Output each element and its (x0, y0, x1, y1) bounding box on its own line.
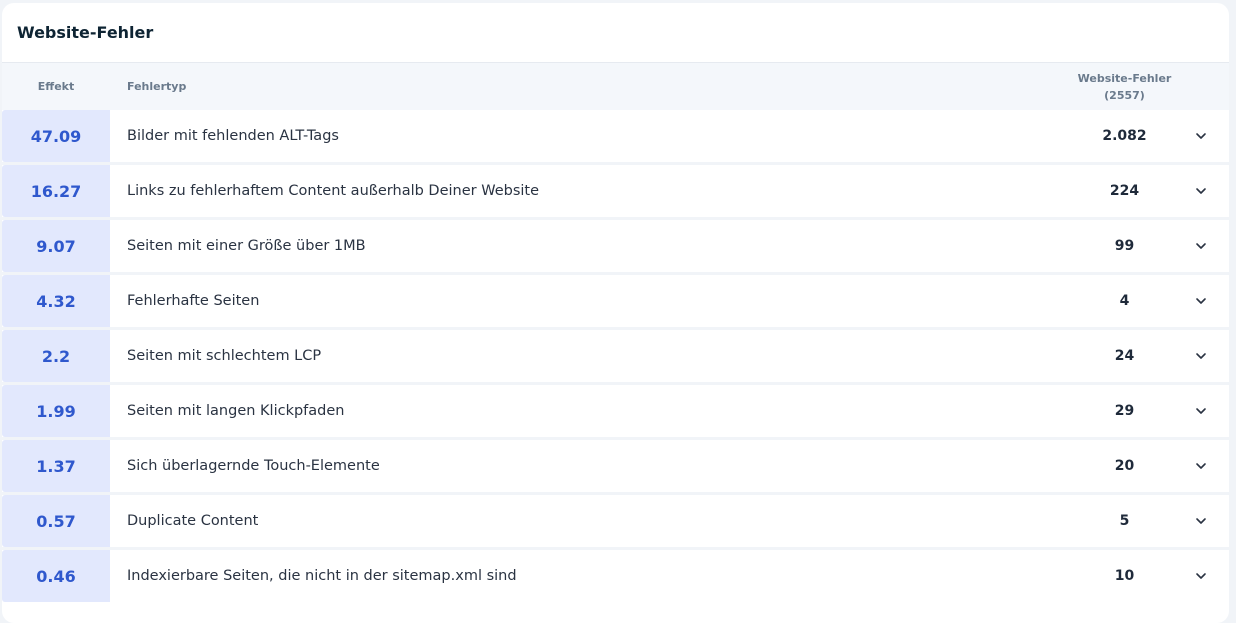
error-type-label: Fehlerhafte Seiten (127, 293, 260, 309)
effekt-score: 1.99 (2, 385, 110, 437)
chevron-down-icon[interactable] (1192, 127, 1210, 145)
effekt-score: 1.37 (2, 440, 110, 492)
effekt-score: 47.09 (2, 110, 110, 162)
chevron-down-icon[interactable] (1192, 182, 1210, 200)
table-row[interactable]: 2.2 Seiten mit schlechtem LCP 24 (2, 330, 1229, 382)
error-type-label: Duplicate Content (127, 513, 259, 529)
effekt-score: 0.46 (2, 550, 110, 602)
error-type-label: Bilder mit fehlenden ALT-Tags (127, 128, 339, 144)
error-count: 29 (1114, 403, 1135, 419)
effekt-score: 4.32 (2, 275, 110, 327)
error-count: 5 (1119, 513, 1130, 529)
error-type-label: Seiten mit schlechtem LCP (127, 348, 322, 364)
error-count: 24 (1114, 348, 1135, 364)
effekt-score: 2.2 (2, 330, 110, 382)
effekt-score: 16.27 (2, 165, 110, 217)
effekt-score: 9.07 (2, 220, 110, 272)
error-type-label: Sich überlagernde Touch-Elemente (127, 458, 380, 474)
chevron-down-icon[interactable] (1192, 347, 1210, 365)
chevron-down-icon[interactable] (1192, 237, 1210, 255)
table-row[interactable]: 4.32 Fehlerhafte Seiten 4 (2, 275, 1229, 327)
table-row[interactable]: 9.07 Seiten mit einer Größe über 1MB 99 (2, 220, 1229, 272)
column-header-count-total: (2557) (1104, 89, 1145, 102)
table-row[interactable]: 0.46 Indexierbare Seiten, die nicht in d… (2, 550, 1229, 602)
card-title: Website-Fehler (2, 3, 1229, 63)
column-header-effekt[interactable]: Effekt (2, 63, 110, 110)
column-header-count-label: Website-Fehler (1077, 72, 1172, 85)
error-type-label: Seiten mit einer Größe über 1MB (127, 238, 366, 254)
error-table-body: 47.09 Bilder mit fehlenden ALT-Tags 2.08… (2, 110, 1229, 602)
error-count: 99 (1114, 238, 1135, 254)
chevron-down-icon[interactable] (1192, 567, 1210, 585)
column-header-fehlertyp[interactable]: Fehlertyp (127, 63, 186, 110)
table-row[interactable]: 0.57 Duplicate Content 5 (2, 495, 1229, 547)
error-count: 20 (1114, 458, 1135, 474)
chevron-down-icon[interactable] (1192, 292, 1210, 310)
error-count: 224 (1109, 183, 1140, 199)
error-count: 10 (1114, 568, 1135, 584)
table-row[interactable]: 47.09 Bilder mit fehlenden ALT-Tags 2.08… (2, 110, 1229, 162)
table-header: Effekt Fehlertyp Website-Fehler (2557) (2, 63, 1229, 110)
chevron-down-icon[interactable] (1192, 512, 1210, 530)
error-count: 2.082 (1102, 128, 1147, 144)
table-row[interactable]: 1.99 Seiten mit langen Klickpfaden 29 (2, 385, 1229, 437)
error-type-label: Seiten mit langen Klickpfaden (127, 403, 345, 419)
website-errors-card: Website-Fehler Effekt Fehlertyp Website-… (2, 3, 1229, 623)
error-type-label: Links zu fehlerhaftem Content außerhalb … (127, 183, 540, 199)
column-header-website-fehler[interactable]: Website-Fehler (2557) (1062, 70, 1187, 104)
table-row[interactable]: 1.37 Sich überlagernde Touch-Elemente 20 (2, 440, 1229, 492)
chevron-down-icon[interactable] (1192, 457, 1210, 475)
chevron-down-icon[interactable] (1192, 402, 1210, 420)
table-row[interactable]: 16.27 Links zu fehlerhaftem Content auße… (2, 165, 1229, 217)
error-type-label: Indexierbare Seiten, die nicht in der si… (127, 568, 517, 584)
error-count: 4 (1119, 293, 1130, 309)
effekt-score: 0.57 (2, 495, 110, 547)
